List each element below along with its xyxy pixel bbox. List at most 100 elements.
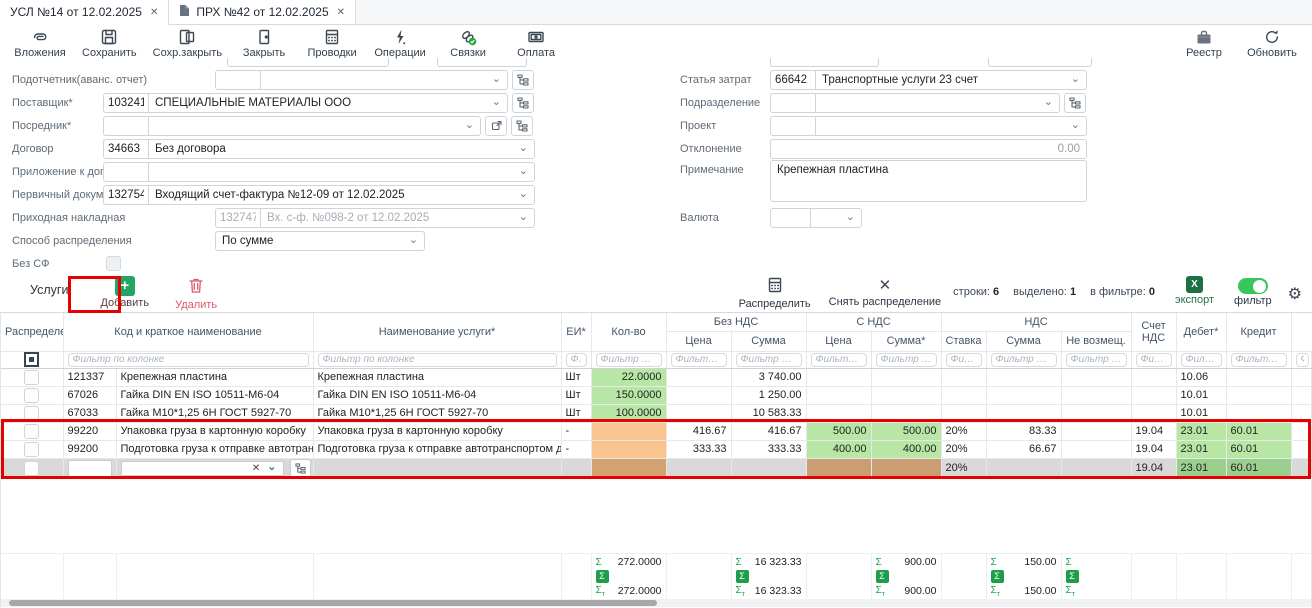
cell-credit[interactable]: 60.01: [1226, 422, 1291, 440]
chevron-down-icon[interactable]: ⌄: [490, 72, 507, 87]
filter-input-price_vat[interactable]: [811, 353, 867, 367]
filter-cell-allocated[interactable]: [1, 351, 63, 368]
chevron-down-icon[interactable]: ⌄: [1042, 95, 1059, 110]
column-subheader-3[interactable]: Сумма*: [871, 331, 941, 351]
cell-ei[interactable]: Шт: [561, 368, 591, 386]
registry-button[interactable]: Реестр: [1170, 26, 1238, 61]
column-header-allocated[interactable]: Распределено: [1, 313, 63, 351]
cell-ei[interactable]: Шт: [561, 386, 591, 404]
podotchetnik-code-field[interactable]: [216, 71, 261, 89]
column-subheader-1[interactable]: Сумма: [731, 331, 806, 351]
sum-badge-icon[interactable]: Σ: [1066, 570, 1079, 583]
cell-credit[interactable]: [1226, 368, 1291, 386]
cell-debit[interactable]: 23.01: [1176, 458, 1226, 478]
statya-value-field[interactable]: [816, 71, 1069, 89]
cell-qty[interactable]: [591, 422, 666, 440]
cell-sum_no[interactable]: 333.33: [731, 440, 806, 458]
filter-input-nonref[interactable]: [1066, 353, 1127, 367]
cell-name1[interactable]: Гайка М10*1,25 6Н ГОСТ 5927-70: [116, 404, 313, 422]
chevron-down-icon[interactable]: ⌄: [490, 95, 507, 110]
table-row[interactable]: 67026Гайка DIN EN ISO 10511-М6-04Гайка D…: [1, 386, 1312, 404]
cell-credit[interactable]: [1226, 386, 1291, 404]
statya-code-field[interactable]: [771, 71, 816, 89]
cell-nonref[interactable]: [1061, 422, 1131, 440]
cell-extra[interactable]: [1291, 422, 1312, 440]
cell-credit[interactable]: [1226, 404, 1291, 422]
cell-sum_no[interactable]: 416.67: [731, 422, 806, 440]
cell-name2[interactable]: [313, 458, 561, 478]
cell-debit[interactable]: 23.01: [1176, 440, 1226, 458]
tab-close-icon[interactable]: ✕: [337, 7, 345, 18]
save-close-button[interactable]: Сохр.закрыть: [145, 26, 230, 61]
links-button[interactable]: Связки: [434, 26, 502, 61]
cell-name1[interactable]: Подготовка груза к отправке автотранспо.…: [116, 440, 313, 458]
cell-code[interactable]: 99200: [63, 440, 116, 458]
cell-qty[interactable]: 22.0000: [591, 368, 666, 386]
cell-checkbox[interactable]: [1, 368, 63, 386]
prilozhenie-code-field[interactable]: [104, 163, 149, 181]
podotchetnik-value-field[interactable]: [261, 71, 490, 89]
filter-input-credit[interactable]: [1231, 353, 1287, 367]
filter-input-rate[interactable]: [946, 353, 982, 367]
row-checkbox[interactable]: [24, 461, 39, 476]
postavshchik-input[interactable]: ⌄: [103, 93, 508, 113]
filter-input-extra[interactable]: [1296, 353, 1309, 367]
cell-rate[interactable]: 20%: [941, 440, 986, 458]
chevron-down-icon[interactable]: ⌄: [517, 141, 534, 156]
cell-sum_no[interactable]: 3 740.00: [731, 368, 806, 386]
proekt-input[interactable]: ⌄: [770, 116, 1087, 136]
cell-nonref[interactable]: [1061, 368, 1131, 386]
cell-sum_vat[interactable]: 500.00: [871, 422, 941, 440]
column-header-qty[interactable]: Кол-во: [591, 313, 666, 351]
cell-vat_sum[interactable]: [986, 386, 1061, 404]
horizontal-scrollbar[interactable]: [1, 599, 1311, 607]
prilozhenie-input[interactable]: ⌄: [103, 162, 535, 182]
new-row-code-input[interactable]: [68, 460, 112, 477]
column-subheader-2[interactable]: Цена: [806, 331, 871, 351]
sum-badge-icon[interactable]: Σ: [991, 570, 1004, 583]
column-header-credit[interactable]: Кредит: [1226, 313, 1291, 351]
add-row-button[interactable]: + Добавить: [94, 274, 155, 311]
table-row[interactable]: 99200Подготовка груза к отправке автотра…: [1, 440, 1312, 458]
cell-extra[interactable]: [1291, 440, 1312, 458]
filter-input-qty[interactable]: [596, 353, 662, 367]
cell-price_no[interactable]: [666, 368, 731, 386]
cell-price_no[interactable]: [666, 386, 731, 404]
sum-badge-icon[interactable]: Σ: [736, 570, 749, 583]
row-checkbox[interactable]: [24, 424, 39, 439]
cell-qty[interactable]: 150.0000: [591, 386, 666, 404]
table-row[interactable]: 67033Гайка М10*1,25 6Н ГОСТ 5927-70Гайка…: [1, 404, 1312, 422]
chevron-down-icon[interactable]: ⌄: [463, 118, 480, 133]
cell-sum_vat[interactable]: [871, 404, 941, 422]
sposob-value-field[interactable]: [216, 232, 407, 250]
delete-row-button[interactable]: Удалить: [169, 274, 223, 313]
cell-name2[interactable]: Подготовка груза к отправке автотранспор…: [313, 440, 561, 458]
cell-name[interactable]: ✕⌄: [116, 458, 313, 478]
cell-name1[interactable]: Крепежная пластина: [116, 368, 313, 386]
cell-vat_acc[interactable]: 19.04: [1131, 422, 1176, 440]
cell-name1[interactable]: Гайка DIN EN ISO 10511-М6-04: [116, 386, 313, 404]
cell-vat_acc[interactable]: [1131, 386, 1176, 404]
cell-ei[interactable]: Шт: [561, 404, 591, 422]
podrazdelenie-input[interactable]: ⌄: [770, 93, 1060, 113]
cell-price_vat[interactable]: [806, 404, 871, 422]
refresh-button[interactable]: Обновить: [1238, 26, 1306, 61]
save-button[interactable]: Сохранить: [74, 26, 145, 61]
chevron-down-icon[interactable]: ⌄: [267, 460, 276, 473]
postavshchik-tree-button[interactable]: [512, 93, 534, 113]
table-row[interactable]: 121337Крепежная пластинаКрепежная пласти…: [1, 368, 1312, 386]
row-checkbox[interactable]: [24, 370, 39, 385]
dogovor-code-field[interactable]: [104, 140, 149, 158]
filter-input-unit[interactable]: [566, 353, 587, 367]
filter-input-vat_acc[interactable]: [1136, 353, 1172, 367]
cell-debit[interactable]: 10.06: [1176, 368, 1226, 386]
cell-debit[interactable]: 10.01: [1176, 404, 1226, 422]
bez-sf-checkbox[interactable]: [106, 256, 121, 271]
cell-checkbox[interactable]: [1, 386, 63, 404]
cell-price_vat[interactable]: [806, 368, 871, 386]
pervichny-value-field[interactable]: [149, 186, 517, 204]
cell-price_vat[interactable]: [806, 386, 871, 404]
cell-code[interactable]: 99220: [63, 422, 116, 440]
row-checkbox[interactable]: [24, 442, 39, 457]
filter-input-sum_vat[interactable]: [876, 353, 937, 367]
